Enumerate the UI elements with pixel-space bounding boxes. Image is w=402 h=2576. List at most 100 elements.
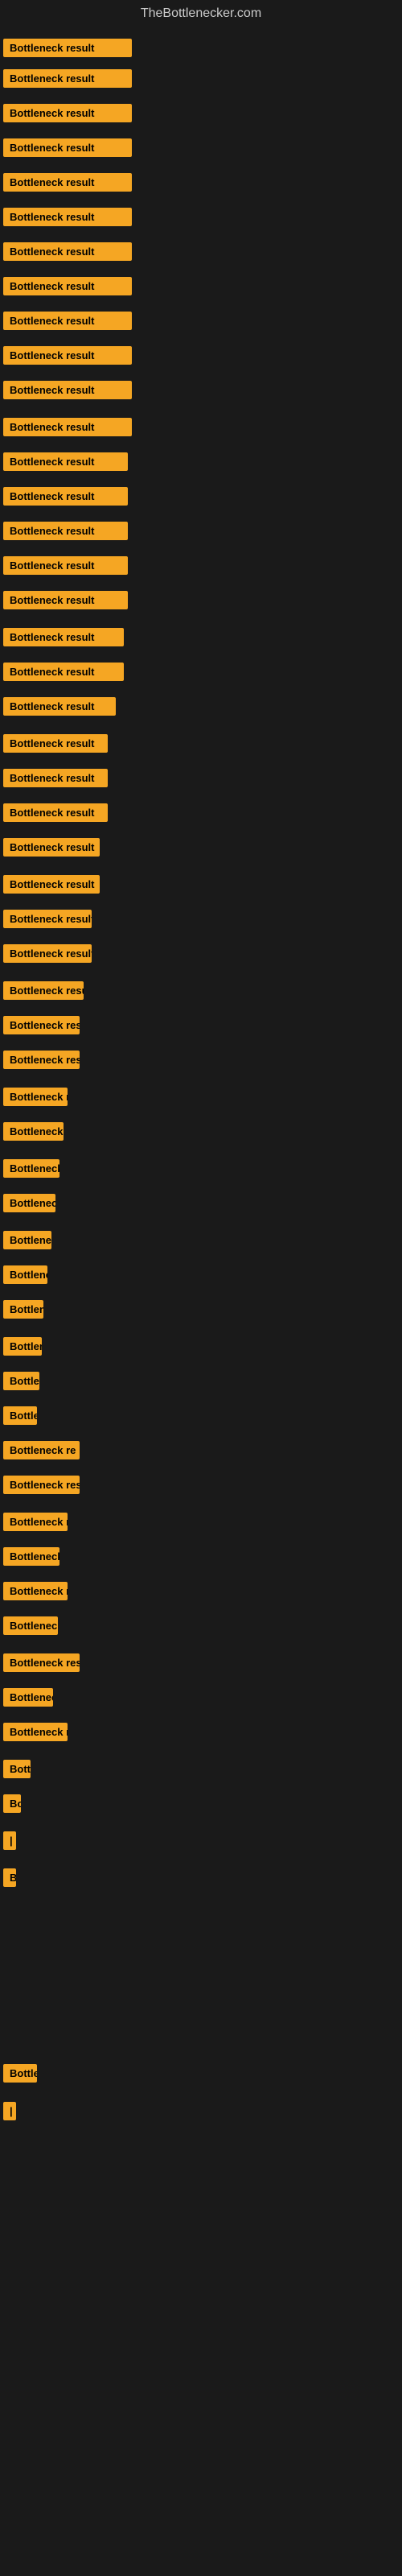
- bottleneck-bar[interactable]: |: [3, 2102, 16, 2120]
- bottleneck-row: Bottleneck r: [3, 1582, 68, 1604]
- bottleneck-bar[interactable]: Bottleneck r: [3, 1582, 68, 1600]
- bottleneck-bar[interactable]: Bottleneck r: [3, 1513, 68, 1531]
- bottleneck-bar[interactable]: Bottleneck result: [3, 312, 132, 330]
- bottleneck-row: Bottleneck result: [3, 663, 124, 685]
- bottleneck-row: Bottleneck result: [3, 39, 132, 61]
- bottleneck-bar[interactable]: Bottleneck: [3, 1616, 58, 1635]
- bottleneck-row: Bottleneck result: [3, 1016, 80, 1038]
- bottleneck-bar[interactable]: Bottleneck result: [3, 173, 132, 192]
- site-title: TheBottlenecker.com: [0, 0, 402, 27]
- bottleneck-row: Bottleneck result: [3, 734, 108, 757]
- bottleneck-bar[interactable]: Bottleneck result: [3, 697, 116, 716]
- bottleneck-bar[interactable]: Bottleneck result: [3, 277, 132, 295]
- bottleneck-row: B: [3, 1868, 16, 1891]
- bottleneck-bar[interactable]: Bottleneck r: [3, 1723, 68, 1741]
- bottleneck-row: Bottleneck result: [3, 1051, 80, 1073]
- bottleneck-bar[interactable]: Bottleneck result: [3, 522, 128, 540]
- bottleneck-bar[interactable]: Bottleneck result: [3, 1406, 37, 1425]
- bottleneck-bar[interactable]: Bottleneck: [3, 1547, 59, 1566]
- bottleneck-bar[interactable]: Bottlenec: [3, 1688, 53, 1707]
- bottleneck-bar[interactable]: Bottleneck result: [3, 875, 100, 894]
- bottleneck-row: Bottleneck result: [3, 346, 132, 369]
- bottleneck-row: Bottleneck result: [3, 944, 92, 967]
- bottleneck-bar[interactable]: Bottleneck result: [3, 1159, 59, 1178]
- bottleneck-row: Bott: [3, 1760, 31, 1782]
- bottleneck-bar[interactable]: Bott: [3, 1760, 31, 1778]
- bottleneck-bar[interactable]: Bo: [3, 1794, 21, 1813]
- bottleneck-bar[interactable]: Bottleneck result: [3, 1051, 80, 1069]
- bottleneck-row: Bottleneck result: [3, 1088, 68, 1110]
- bottleneck-bar[interactable]: Bottleneck result: [3, 1337, 42, 1356]
- bottleneck-bar[interactable]: Bottleneck result: [3, 944, 92, 963]
- bottleneck-bar[interactable]: Bottleneck result: [3, 556, 128, 575]
- bottleneck-row: Bottleneck r: [3, 1513, 68, 1535]
- bottleneck-row: Bottleneck: [3, 1547, 59, 1570]
- bottleneck-row: Bottleneck result: [3, 418, 132, 440]
- bottleneck-bar[interactable]: Bottleneck result: [3, 1194, 55, 1212]
- bottleneck-bar[interactable]: Bottleneck result: [3, 138, 132, 157]
- bottleneck-row: Bottleneck result: [3, 381, 132, 403]
- bottleneck-bar[interactable]: Bottleneck result: [3, 1265, 47, 1284]
- bottleneck-row: Bottleneck re: [3, 1441, 80, 1463]
- bottleneck-bar[interactable]: Bottleneck result: [3, 1122, 64, 1141]
- bottleneck-bar[interactable]: Bottleneck res: [3, 1653, 80, 1672]
- bottleneck-row: Bottleneck result: [3, 1231, 51, 1253]
- bottleneck-bar[interactable]: Bottleneck result: [3, 1300, 43, 1319]
- bottleneck-row: Bottleneck result: [3, 242, 132, 265]
- bottleneck-bar[interactable]: Bottleneck result: [3, 381, 132, 399]
- bottleneck-row: Bottleneck result: [3, 1265, 47, 1288]
- bottleneck-bar[interactable]: Bottleneck result: [3, 1372, 39, 1390]
- bottleneck-row: Bo: [3, 1794, 21, 1817]
- bottleneck-row: Bottleneck result: [3, 628, 124, 650]
- bottleneck-row: Bottleneck result: [3, 981, 84, 1004]
- bottleneck-bar[interactable]: Bottleneck result: [3, 803, 108, 822]
- bottleneck-bar[interactable]: Bottleneck result: [3, 981, 84, 1000]
- bottleneck-bar[interactable]: Bottleneck result: [3, 734, 108, 753]
- bottleneck-row: Bottleneck result: [3, 1194, 55, 1216]
- bottleneck-row: Bottleneck result: [3, 452, 128, 475]
- bottleneck-bar[interactable]: Bottleneck result: [3, 1016, 80, 1034]
- bottleneck-bar[interactable]: Bottleneck result: [3, 1088, 68, 1106]
- bottleneck-row: Bottleneck result: [3, 803, 108, 826]
- bottleneck-bar[interactable]: Bottleneck result: [3, 1476, 80, 1494]
- bottleneck-bar[interactable]: |: [3, 1831, 16, 1850]
- bottleneck-row: Bottlenec: [3, 1688, 53, 1711]
- bottleneck-row: |: [3, 2102, 16, 2124]
- bottleneck-bar[interactable]: Bottleneck result: [3, 769, 108, 787]
- bottleneck-bar[interactable]: Bottleneck result: [3, 452, 128, 471]
- bottleneck-bar[interactable]: Bottleneck result: [3, 346, 132, 365]
- bottleneck-row: Bottleneck result: [3, 69, 132, 92]
- bottleneck-row: Bottleneck result: [3, 1300, 43, 1323]
- bottleneck-row: Bottleneck result: [3, 277, 132, 299]
- bottleneck-bar[interactable]: Bottleneck result: [3, 487, 128, 506]
- bottleneck-row: Bottleneck r: [3, 1723, 68, 1745]
- bottleneck-bar[interactable]: Bottleneck result: [3, 208, 132, 226]
- bottleneck-row: Bottle: [3, 2064, 37, 2087]
- bottleneck-bar[interactable]: Bottleneck result: [3, 39, 132, 57]
- bottleneck-row: Bottleneck result: [3, 312, 132, 334]
- bottleneck-row: Bottleneck result: [3, 769, 108, 791]
- bottleneck-bar[interactable]: Bottleneck result: [3, 591, 128, 609]
- bottleneck-row: Bottleneck result: [3, 838, 100, 861]
- bottleneck-bar[interactable]: B: [3, 1868, 16, 1887]
- bottleneck-row: Bottleneck result: [3, 487, 128, 510]
- bottleneck-bar[interactable]: Bottleneck result: [3, 242, 132, 261]
- bottleneck-bar[interactable]: Bottleneck result: [3, 69, 132, 88]
- bottleneck-bar[interactable]: Bottleneck result: [3, 628, 124, 646]
- bottleneck-row: Bottleneck result: [3, 1159, 59, 1182]
- bottleneck-bar[interactable]: Bottleneck result: [3, 104, 132, 122]
- bottleneck-bar[interactable]: Bottle: [3, 2064, 37, 2083]
- bottleneck-row: Bottleneck result: [3, 173, 132, 196]
- bottleneck-row: |: [3, 1831, 16, 1854]
- bottleneck-bar[interactable]: Bottleneck re: [3, 1441, 80, 1459]
- bottleneck-row: Bottleneck result: [3, 1476, 80, 1498]
- bottleneck-row: Bottleneck result: [3, 1406, 37, 1429]
- bottleneck-bar[interactable]: Bottleneck result: [3, 418, 132, 436]
- bottleneck-bar[interactable]: Bottleneck result: [3, 838, 100, 857]
- bottleneck-row: Bottleneck result: [3, 556, 128, 579]
- bottleneck-row: Bottleneck result: [3, 697, 116, 720]
- bottleneck-row: Bottleneck result: [3, 522, 128, 544]
- bottleneck-bar[interactable]: Bottleneck result: [3, 910, 92, 928]
- bottleneck-bar[interactable]: Bottleneck result: [3, 1231, 51, 1249]
- bottleneck-bar[interactable]: Bottleneck result: [3, 663, 124, 681]
